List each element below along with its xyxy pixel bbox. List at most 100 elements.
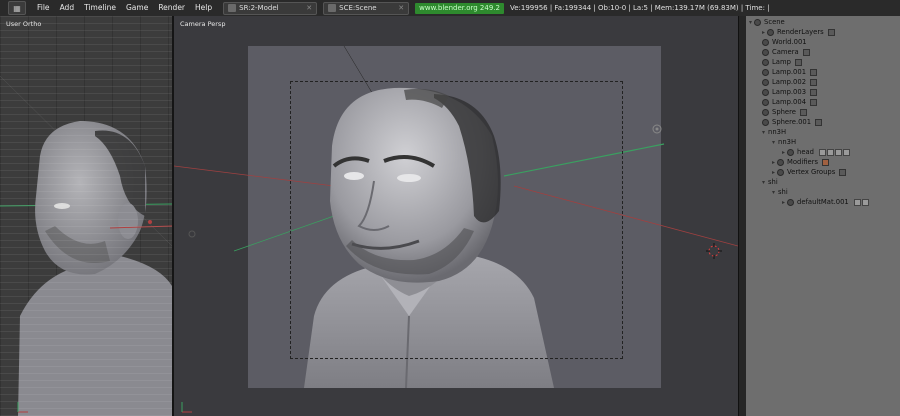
renderlayer-toggle-icon[interactable] [827, 28, 835, 36]
scene-name[interactable]: SCE:Scene [339, 4, 376, 12]
outliner-item-label: Lamp.003 [772, 88, 807, 96]
3d-cursor-icon[interactable] [706, 243, 722, 259]
axis-gizmo-icon [181, 402, 192, 413]
editor-type-icon[interactable]: ▦ [8, 1, 26, 15]
screen-name[interactable]: SR:2-Model [239, 4, 278, 12]
outliner-item-scene[interactable]: ▾ Scene [749, 17, 786, 27]
vertex-group-data-icon[interactable] [839, 168, 847, 176]
camera-persp-viewport[interactable]: Camera Persp [174, 16, 738, 416]
outliner-item-label: shi [778, 188, 788, 196]
outliner-item-label: nn3H [778, 138, 797, 146]
outliner-item-label: Vertex Groups [787, 168, 836, 176]
outliner-item-shi-mesh[interactable]: ▾ shi [772, 187, 789, 197]
modifier-icon[interactable] [822, 158, 830, 166]
object-marker-icon[interactable] [186, 228, 198, 240]
outliner-item-label: RenderLayers [777, 28, 824, 36]
close-screen-icon[interactable]: ✕ [306, 4, 312, 12]
outliner-item-label: head [797, 148, 814, 156]
expand-icon[interactable]: ▸ [782, 149, 785, 156]
outliner-item-nn3h[interactable]: ▾ nn3H [762, 127, 787, 137]
mesh-icon [762, 118, 769, 126]
outliner-item-nn3h-mesh[interactable]: ▾ nn3H [772, 137, 797, 147]
viewport-label: Camera Persp [180, 20, 226, 28]
collapse-icon[interactable]: ▾ [772, 189, 775, 196]
lamp-icon [762, 58, 769, 66]
outliner-item-camera[interactable]: Camera [762, 47, 810, 57]
outliner-item-lamp[interactable]: Lamp [762, 57, 802, 67]
screen-selector[interactable]: SR:2-Model ✕ [223, 1, 318, 15]
lamp-icon [762, 88, 769, 96]
material-icon [787, 148, 795, 156]
outliner-item-label: defaultMat.001 [797, 198, 849, 206]
outliner-item-label: shi [768, 178, 778, 186]
expand-icon[interactable]: ▸ [772, 159, 775, 166]
material-buttons[interactable] [819, 148, 851, 156]
blender-url-link[interactable]: www.blender.org 249.2 [415, 2, 504, 14]
outliner-item-sphere[interactable]: Sphere [762, 107, 807, 117]
lamp-object-icon[interactable] [651, 123, 663, 135]
close-scene-icon[interactable]: ✕ [398, 4, 404, 12]
lamp-data-icon[interactable] [810, 78, 818, 86]
lamp-data-icon[interactable] [810, 88, 818, 96]
viewport-label: User Ortho [6, 20, 42, 28]
outliner-item-modifiers[interactable]: ▸ Modifiers [772, 157, 830, 167]
lamp-data-icon[interactable] [810, 98, 818, 106]
outliner-item-lamp004[interactable]: Lamp.004 [762, 97, 818, 107]
camera-data-icon[interactable] [802, 48, 810, 56]
lamp-icon [762, 78, 769, 86]
outliner-item-label: Lamp.001 [772, 68, 807, 76]
outliner-item-label: Camera [772, 48, 799, 56]
expand-icon[interactable]: ▸ [772, 169, 775, 176]
outliner-item-label: Scene [764, 18, 785, 26]
user-ortho-viewport[interactable]: User Ortho [0, 16, 174, 416]
lamp-data-icon[interactable] [810, 68, 818, 76]
collapse-icon[interactable]: ▾ [772, 139, 775, 146]
axis-gizmo-icon [17, 402, 28, 413]
outliner-item-label: Sphere [772, 108, 796, 116]
expand-icon[interactable]: ▸ [782, 199, 785, 206]
renderlayers-icon [767, 28, 775, 36]
menu-render[interactable]: Render [153, 0, 190, 16]
collapse-icon[interactable]: ▾ [762, 129, 765, 136]
outliner-item-lamp003[interactable]: Lamp.003 [762, 87, 818, 97]
outliner-item-label: Lamp [772, 58, 791, 66]
scene-icon [754, 18, 762, 26]
menu-game[interactable]: Game [121, 0, 153, 16]
mesh-data-icon[interactable] [799, 108, 807, 116]
camera-icon [762, 48, 769, 56]
outliner-panel[interactable]: ▾ Scene ▸ RenderLayers World.001 Camera … [746, 16, 900, 416]
vertex-group-icon [777, 168, 785, 176]
outliner-item-lamp002[interactable]: Lamp.002 [762, 77, 818, 87]
material-buttons[interactable] [853, 198, 870, 206]
world-icon [762, 38, 769, 46]
outliner-item-vertex-groups[interactable]: ▸ Vertex Groups [772, 167, 847, 177]
menu-add[interactable]: Add [55, 0, 80, 16]
lamp-icon [762, 68, 769, 76]
screen-icon [228, 4, 237, 12]
menu-timeline[interactable]: Timeline [79, 0, 121, 16]
material-icon [787, 198, 795, 206]
menu-file[interactable]: File [32, 0, 55, 16]
outliner-item-sphere001[interactable]: Sphere.001 [762, 117, 823, 127]
outliner-item-label: World.001 [772, 38, 807, 46]
camera-safe-area [290, 81, 623, 359]
outliner-item-head[interactable]: ▸ head [782, 147, 851, 157]
outliner-item-defaultmat[interactable]: ▸ defaultMat.001 [782, 197, 870, 207]
scene-selector[interactable]: SCE:Scene ✕ [323, 1, 410, 15]
menu-help[interactable]: Help [190, 0, 217, 16]
outliner-item-label: Lamp.004 [772, 98, 807, 106]
expand-icon[interactable]: ▸ [762, 29, 765, 36]
outliner-item-label: Modifiers [787, 158, 819, 166]
top-header-bar: ▦ File Add Timeline Game Render Help SR:… [0, 0, 900, 17]
lamp-icon [762, 98, 769, 106]
collapse-icon[interactable]: ▾ [762, 179, 765, 186]
outliner-item-label: Lamp.002 [772, 78, 807, 86]
outliner-item-world[interactable]: World.001 [762, 37, 808, 47]
lamp-data-icon[interactable] [794, 58, 802, 66]
outliner-item-lamp001[interactable]: Lamp.001 [762, 67, 818, 77]
outliner-item-shi[interactable]: ▾ shi [762, 177, 779, 187]
mesh-data-icon[interactable] [815, 118, 823, 126]
outliner-item-renderlayers[interactable]: ▸ RenderLayers [762, 27, 835, 37]
collapse-icon[interactable]: ▾ [749, 19, 752, 26]
outliner-item-label: nn3H [768, 128, 787, 136]
